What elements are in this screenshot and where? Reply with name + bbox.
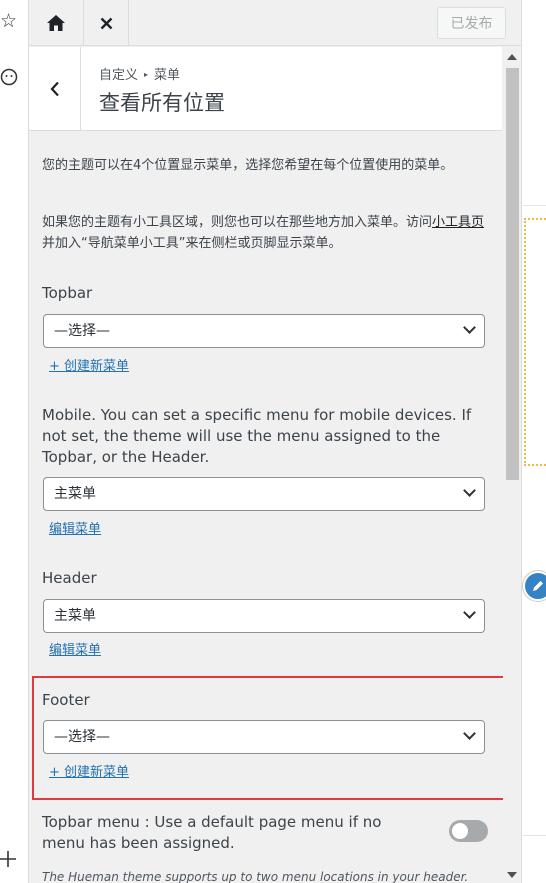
- chevron-left-icon: [50, 81, 59, 97]
- location-select-footer[interactable]: —选择—: [43, 720, 485, 754]
- home-icon: [47, 15, 65, 31]
- smiley-icon[interactable]: [0, 68, 18, 90]
- description-paragraph-1: 您的主题可以在4个位置显示菜单，选择您希望在每个位置使用的菜单。: [42, 158, 454, 173]
- scroll-down-arrow-icon[interactable]: [507, 872, 517, 878]
- scroll-up-arrow-icon[interactable]: [507, 54, 517, 60]
- pencil-icon: [533, 581, 543, 591]
- toggle-knob: [452, 823, 468, 839]
- chevron-down-icon: [463, 727, 476, 740]
- default-menu-toggle-label: Topbar menu : Use a default page menu if…: [42, 813, 382, 852]
- footnote: The Hueman theme supports up to two menu…: [42, 870, 469, 883]
- chevron-down-icon: [463, 606, 476, 619]
- chevron-down-icon: [463, 484, 476, 497]
- location-label-mobile: Mobile. You can set a specific menu for …: [42, 406, 472, 466]
- star-icon[interactable]: ☆: [0, 10, 18, 32]
- location-select-topbar[interactable]: —选择—: [43, 314, 485, 348]
- preview-divider: [523, 835, 546, 836]
- edit-shortcut-button[interactable]: [523, 571, 546, 601]
- edit-menu-link-header[interactable]: 编辑菜单: [49, 639, 101, 658]
- publish-button[interactable]: 已发布: [437, 7, 506, 39]
- breadcrumb: 自定义 ▸ 菜单: [99, 64, 180, 83]
- customizer-header-bar: 已发布: [29, 0, 521, 46]
- plus-icon[interactable]: [0, 850, 18, 872]
- location-label-footer: Footer: [42, 691, 90, 709]
- breadcrumb-parent: 自定义: [99, 68, 139, 83]
- edit-menu-link-mobile[interactable]: 编辑菜单: [49, 518, 101, 537]
- default-menu-toggle[interactable]: [449, 820, 488, 842]
- left-toolbar: ☆: [0, 0, 28, 883]
- chevron-down-icon: [463, 321, 476, 334]
- location-label-topbar: Topbar: [42, 284, 93, 302]
- widgets-page-link[interactable]: 小工具页: [432, 215, 484, 230]
- section-header: 自定义 ▸ 菜单 查看所有位置: [29, 47, 502, 131]
- create-menu-link-topbar[interactable]: + 创建新菜单: [49, 355, 129, 374]
- preview-menu-outline: [524, 218, 546, 466]
- page-title: 查看所有位置: [99, 91, 225, 115]
- scrollbar-thumb[interactable]: [506, 68, 519, 480]
- location-label-header: Header: [42, 569, 97, 587]
- back-button[interactable]: [29, 47, 81, 131]
- preview-divider: [523, 205, 546, 206]
- location-select-mobile[interactable]: 主菜单: [43, 477, 485, 511]
- close-button[interactable]: [84, 0, 129, 46]
- close-icon: [100, 17, 112, 29]
- customizer-panel: 已发布 自定义 ▸ 菜单 查看所有位置 您的主题可以在4个位置显示菜单，选择您希望在…: [28, 0, 522, 883]
- description-paragraph-2: 如果您的主题有小工具区域，则您也可以在那些地方加入菜单。访问小工具页并加入“导航…: [42, 215, 485, 251]
- breadcrumb-separator-icon: ▸: [144, 70, 149, 79]
- breadcrumb-current: 菜单: [154, 68, 181, 83]
- location-select-header[interactable]: 主菜单: [43, 599, 485, 633]
- create-menu-link-footer[interactable]: + 创建新菜单: [49, 761, 129, 780]
- home-button[interactable]: [29, 0, 84, 46]
